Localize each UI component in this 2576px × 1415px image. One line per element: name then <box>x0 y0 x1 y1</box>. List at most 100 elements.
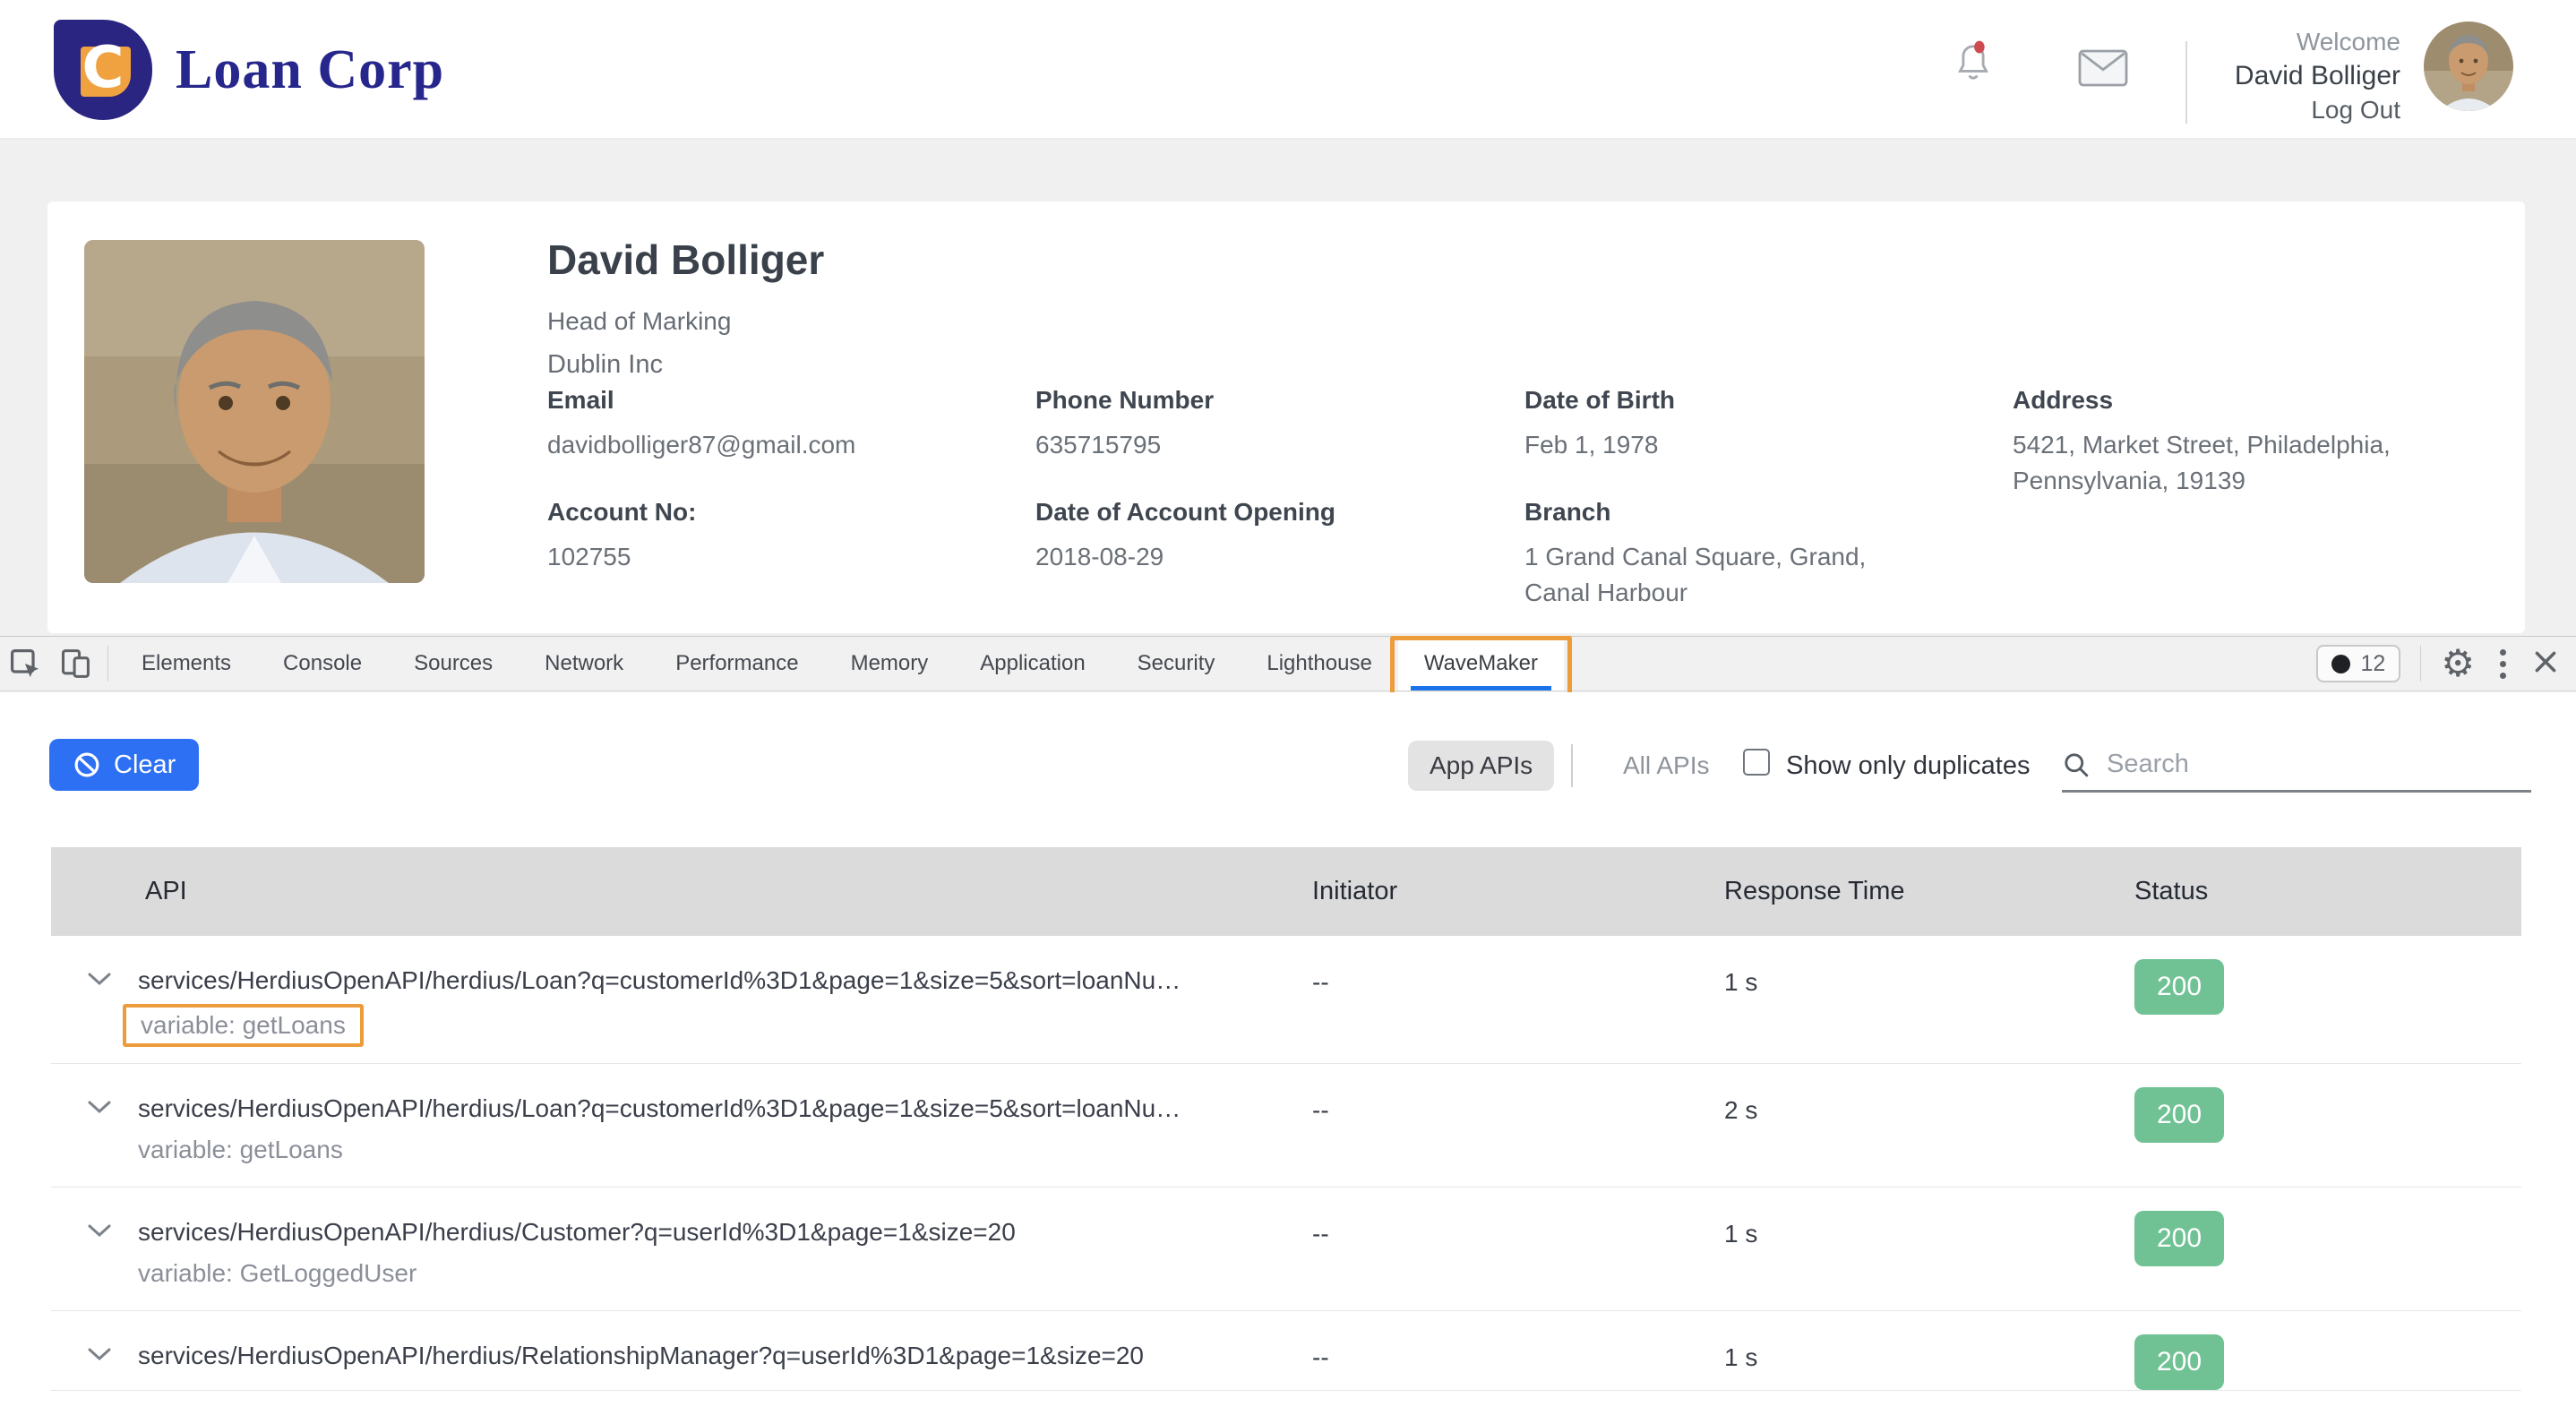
user-menu: Welcome David Bolliger Log Out <box>2235 25 2400 127</box>
show-only-duplicates-label[interactable]: Show only duplicates <box>1786 741 2030 791</box>
tab-security[interactable]: Security <box>1112 637 1241 690</box>
status-badge: 200 <box>2134 959 2224 1015</box>
toolbar-divider <box>107 646 108 682</box>
devtools-toolbar-right: 12 ⚙ <box>2316 636 2567 691</box>
branch-value: 1 Grand Canal Square, Grand, Canal Harbo… <box>1524 539 1928 611</box>
devtools-tabs: Elements Console Sources Network Perform… <box>116 637 1564 690</box>
all-apis-toggle[interactable]: All APIs <box>1601 741 1730 791</box>
api-url: services/HerdiusOpenAPI/herdius/Loan?q=c… <box>138 1094 1181 1123</box>
api-url: services/HerdiusOpenAPI/herdius/Loan?q=c… <box>138 966 1181 995</box>
mail-icon[interactable] <box>2078 49 2128 91</box>
column-api: API <box>51 847 1312 936</box>
initiator-value: -- <box>1312 1188 1724 1310</box>
tab-sources[interactable]: Sources <box>388 637 519 690</box>
brand-logo[interactable]: C Loan Corp <box>54 20 444 120</box>
account-label: Account No: <box>547 498 696 527</box>
initiator-value: -- <box>1312 1064 1724 1187</box>
response-time-value: 1 s <box>1724 1311 2134 1390</box>
email-label: Email <box>547 386 614 415</box>
kebab-menu-icon[interactable] <box>2494 644 2512 684</box>
clear-button[interactable]: Clear <box>49 739 199 791</box>
api-table: API Initiator Response Time Status servi… <box>51 847 2521 1391</box>
issues-count: 12 <box>2361 651 2386 677</box>
segment-divider <box>1571 744 1573 787</box>
status-badge: 200 <box>2134 1211 2224 1266</box>
phone-value: 635715795 <box>1035 427 1161 463</box>
customer-title: Head of Marking <box>547 307 731 336</box>
app-header: C Loan Corp Welcome David Bolliger Log O… <box>0 0 2576 140</box>
tab-application[interactable]: Application <box>954 637 1111 690</box>
column-initiator: Initiator <box>1312 847 1724 936</box>
account-value: 102755 <box>547 539 631 575</box>
issues-dot-icon <box>2331 655 2350 673</box>
email-value: davidbolliger87@gmail.com <box>547 427 855 463</box>
table-row[interactable]: services/HerdiusOpenAPI/herdius/Loan?q=c… <box>51 1064 2521 1188</box>
dob-value: Feb 1, 1978 <box>1524 427 1658 463</box>
customer-name: David Bolliger <box>547 236 824 284</box>
status-badge: 200 <box>2134 1334 2224 1390</box>
customer-company: Dublin Inc <box>547 350 663 380</box>
clear-button-label: Clear <box>114 750 176 780</box>
dob-label: Date of Birth <box>1524 386 1675 415</box>
bell-icon[interactable] <box>1953 39 1994 90</box>
address-label: Address <box>2013 386 2113 415</box>
gear-icon[interactable]: ⚙ <box>2441 645 2475 682</box>
variable-label: variable: getLoans <box>138 1136 1312 1164</box>
issues-badge[interactable]: 12 <box>2316 645 2401 682</box>
show-only-duplicates-checkbox[interactable] <box>1743 749 1770 776</box>
tab-memory[interactable]: Memory <box>825 637 955 690</box>
response-time-value: 2 s <box>1724 1064 2134 1187</box>
chevron-down-icon[interactable] <box>87 972 112 990</box>
customer-profile-card: David Bolliger Head of Marking Dublin In… <box>47 202 2525 633</box>
initiator-value: -- <box>1312 1311 1724 1390</box>
tab-elements[interactable]: Elements <box>116 637 257 690</box>
active-tab-underline <box>1411 686 1551 690</box>
branch-label: Branch <box>1524 498 1610 527</box>
phone-label: Phone Number <box>1035 386 1214 415</box>
column-response-time: Response Time <box>1724 847 2134 936</box>
inspect-icon[interactable] <box>0 637 50 690</box>
response-time-value: 1 s <box>1724 936 2134 1063</box>
initiator-value: -- <box>1312 936 1724 1063</box>
response-time-value: 1 s <box>1724 1188 2134 1310</box>
tab-wavemaker[interactable]: WaveMaker <box>1398 637 1564 690</box>
brand-logo-icon: C <box>54 20 152 120</box>
devtools-toolbar: Elements Console Sources Network Perform… <box>0 636 2576 691</box>
tab-lighthouse[interactable]: Lighthouse <box>1241 637 1397 690</box>
column-status: Status <box>2134 847 2521 936</box>
opening-value: 2018-08-29 <box>1035 539 1163 575</box>
profile-photo <box>84 240 425 583</box>
address-value: 5421, Market Street, Philadelphia, Penns… <box>2013 427 2496 499</box>
welcome-label: Welcome <box>2235 25 2400 59</box>
tab-network[interactable]: Network <box>519 637 649 690</box>
ban-icon <box>73 750 101 779</box>
search-field <box>2062 739 2531 793</box>
chevron-down-icon[interactable] <box>87 1347 112 1366</box>
toolbar-divider <box>2420 646 2421 682</box>
api-url: services/HerdiusOpenAPI/herdius/Customer… <box>138 1218 1016 1247</box>
opening-label: Date of Account Opening <box>1035 498 1335 527</box>
device-toolbar-icon[interactable] <box>50 637 100 690</box>
tab-performance[interactable]: Performance <box>649 637 824 690</box>
avatar[interactable] <box>2424 21 2513 111</box>
api-url: services/HerdiusOpenAPI/herdius/Relation… <box>138 1342 1144 1370</box>
table-row[interactable]: services/HerdiusOpenAPI/herdius/Loan?q=c… <box>51 936 2521 1064</box>
status-badge: 200 <box>2134 1087 2224 1143</box>
header-user-name: David Bolliger <box>2235 59 2400 93</box>
close-icon[interactable] <box>2531 647 2560 681</box>
logout-link[interactable]: Log Out <box>2235 93 2400 127</box>
variable-label: variable: GetLoggedUser <box>138 1259 1312 1288</box>
variable-label-highlighted: variable: getLoans <box>123 1004 364 1047</box>
search-icon <box>2062 750 2091 779</box>
chevron-down-icon[interactable] <box>87 1223 112 1242</box>
api-table-header: API Initiator Response Time Status <box>51 847 2521 936</box>
tab-console[interactable]: Console <box>257 637 388 690</box>
header-divider <box>2185 41 2187 124</box>
brand-name: Loan Corp <box>176 39 444 102</box>
search-input[interactable] <box>2107 750 2531 779</box>
chevron-down-icon[interactable] <box>87 1100 112 1119</box>
table-row[interactable]: services/HerdiusOpenAPI/herdius/Customer… <box>51 1188 2521 1311</box>
wavemaker-panel: Clear App APIs All APIs Show only duplic… <box>0 692 2576 1415</box>
app-apis-toggle[interactable]: App APIs <box>1408 741 1554 791</box>
table-row[interactable]: services/HerdiusOpenAPI/herdius/Relation… <box>51 1311 2521 1391</box>
